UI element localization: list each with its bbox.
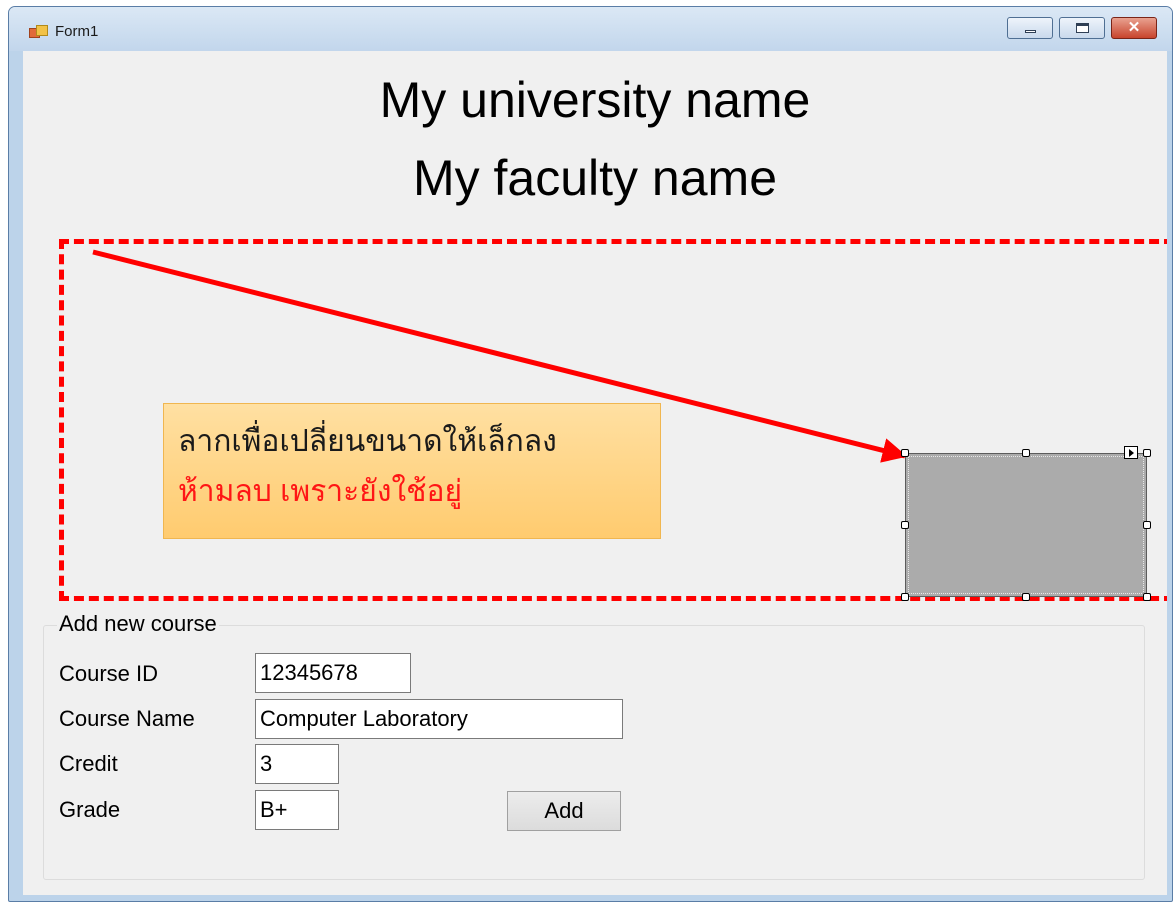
add-button[interactable]: Add xyxy=(507,791,621,831)
resize-handle-bottom-left[interactable] xyxy=(901,593,909,601)
smart-tag-button[interactable] xyxy=(1124,446,1138,459)
callout-warning: ห้ามลบ เพราะยังใช้อยู่ xyxy=(178,475,463,508)
course-name-label: Course Name xyxy=(59,706,195,731)
resize-handle-top-right[interactable] xyxy=(1143,449,1151,457)
minimize-icon xyxy=(1025,30,1036,33)
title-bar[interactable]: Form1 ✕ xyxy=(9,7,1172,51)
maximize-button[interactable] xyxy=(1059,17,1105,39)
grade-label: Grade xyxy=(59,797,121,822)
resize-handle-bottom[interactable] xyxy=(1022,593,1030,601)
resize-handle-top-left[interactable] xyxy=(901,449,909,457)
smart-tag-arrow-icon xyxy=(1129,449,1134,457)
annotation-callout: ลากเพื่อเปลี่ยนขนาดให้เล็กลง ห้ามลบ เพรา… xyxy=(163,403,661,539)
minimize-button[interactable] xyxy=(1007,17,1053,39)
groupbox-title: Add new course xyxy=(57,611,219,637)
grade-field[interactable] xyxy=(255,790,339,830)
maximize-icon xyxy=(1076,23,1089,33)
picture-box[interactable] xyxy=(905,453,1147,597)
resize-handle-right[interactable] xyxy=(1143,521,1151,529)
add-course-groupbox xyxy=(43,625,1145,880)
form-icon xyxy=(29,25,48,39)
credit-field[interactable] xyxy=(255,744,339,784)
app-window: Form1 ✕ My university name My faculty na… xyxy=(8,6,1173,902)
resize-handle-top[interactable] xyxy=(1022,449,1030,457)
callout-instruction: ลากเพื่อเปลี่ยนขนาดให้เล็กลง xyxy=(178,425,557,458)
window-title: Form1 xyxy=(55,23,99,40)
close-icon: ✕ xyxy=(1127,19,1141,36)
course-id-label: Course ID xyxy=(59,661,159,686)
resize-handle-bottom-right[interactable] xyxy=(1143,593,1151,601)
credit-label: Credit xyxy=(59,751,118,776)
close-button[interactable]: ✕ xyxy=(1111,17,1157,39)
form-client-area: My university name My faculty name ลากเพ… xyxy=(23,51,1167,895)
course-name-field[interactable] xyxy=(255,699,623,739)
course-id-field[interactable] xyxy=(255,653,411,693)
resize-handle-left[interactable] xyxy=(901,521,909,529)
